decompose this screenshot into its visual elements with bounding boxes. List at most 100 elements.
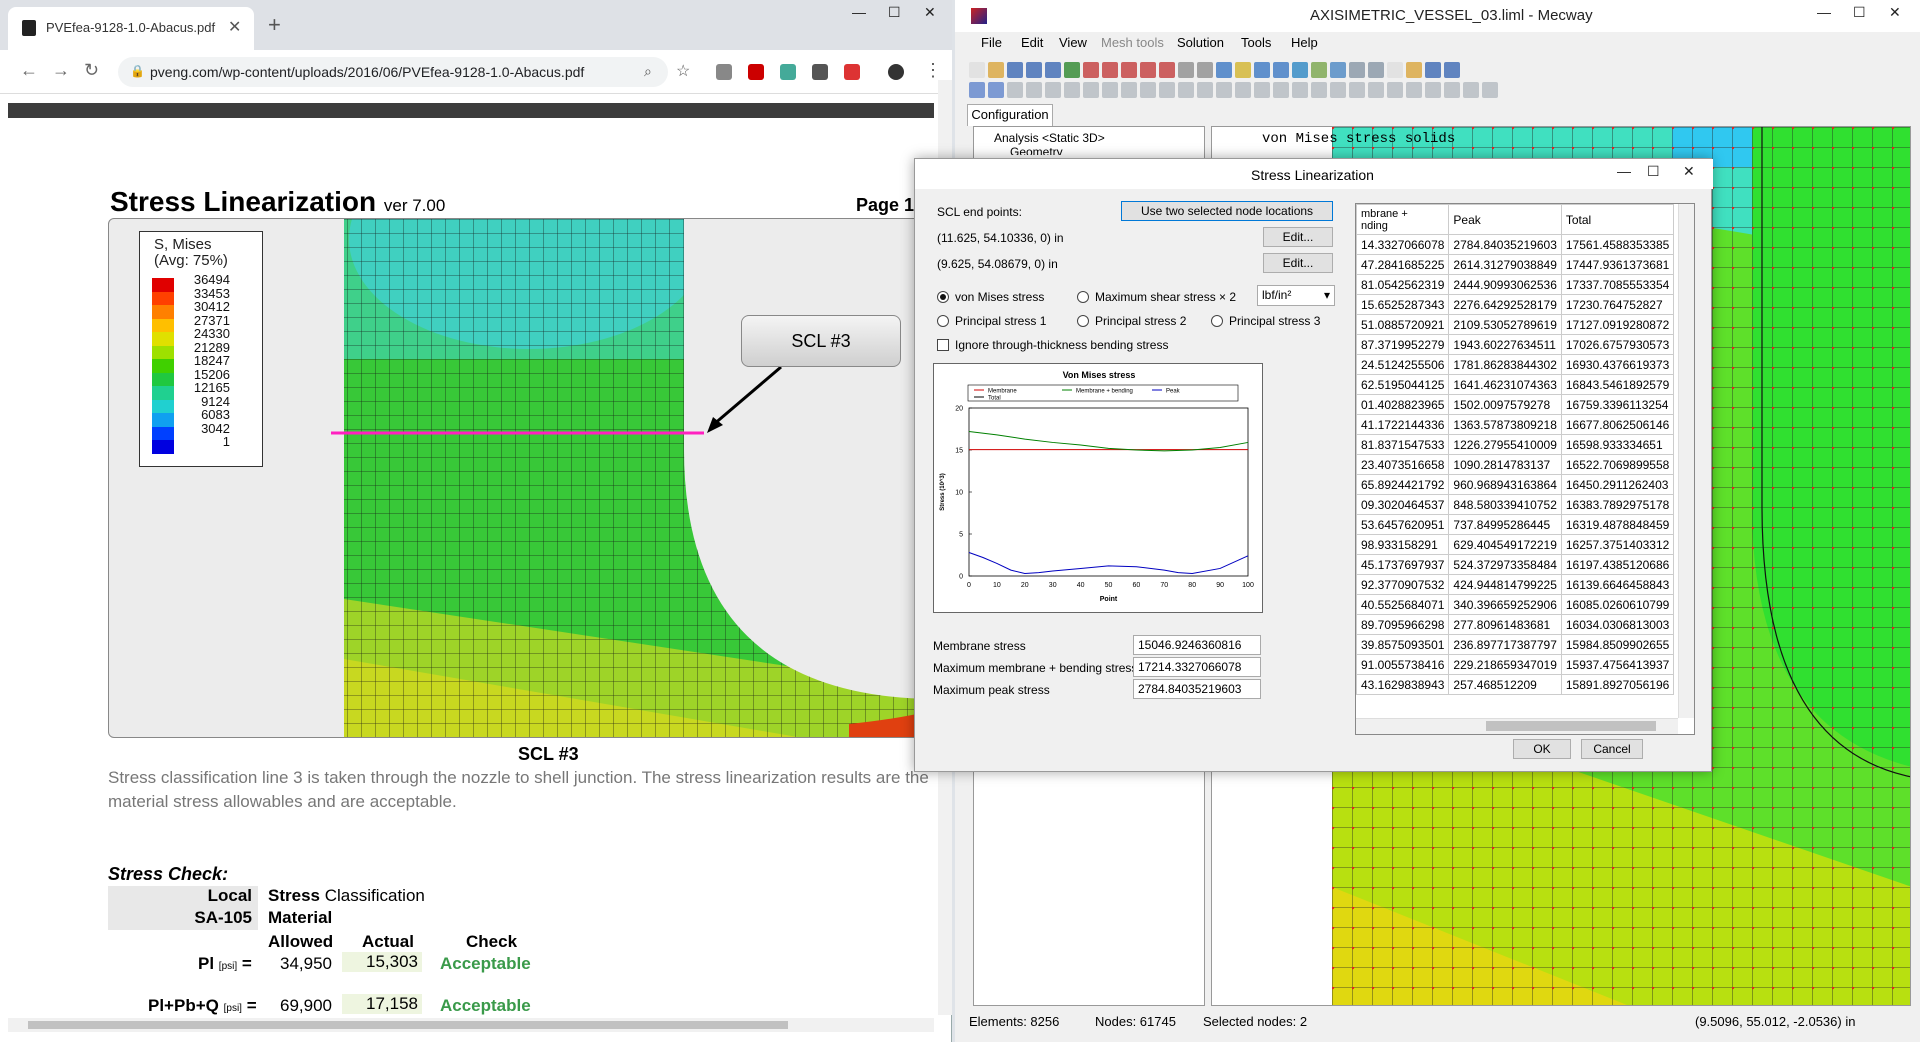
radio-principal-2[interactable] bbox=[1077, 315, 1089, 327]
toolbar-button-icon[interactable] bbox=[988, 82, 1004, 98]
toolbar-button-icon[interactable] bbox=[1349, 82, 1365, 98]
toolbar-button-icon[interactable] bbox=[1235, 62, 1251, 78]
toolbar-button-icon[interactable] bbox=[1140, 62, 1156, 78]
toolbar-button-icon[interactable] bbox=[1425, 62, 1441, 78]
table-cell[interactable]: 629.404549172219 bbox=[1448, 534, 1562, 555]
toolbar-button-icon[interactable] bbox=[1064, 62, 1080, 78]
toolbar-button-icon[interactable] bbox=[1330, 62, 1346, 78]
menu-view[interactable]: View bbox=[1059, 35, 1087, 50]
toolbar-button-icon[interactable] bbox=[1406, 82, 1422, 98]
peak-value[interactable]: 2784.84035219603 bbox=[1133, 679, 1261, 699]
reload-icon[interactable]: ↻ bbox=[84, 60, 99, 81]
toolbar-button-icon[interactable] bbox=[1444, 82, 1460, 98]
toolbar-button-icon[interactable] bbox=[1159, 82, 1175, 98]
tree-item-analysis[interactable]: Analysis <Static 3D> bbox=[994, 131, 1105, 145]
table-cell[interactable]: 16139.6646458843 bbox=[1560, 574, 1675, 595]
table-cell[interactable]: 81.8371547533 bbox=[1356, 434, 1450, 455]
gmail-icon[interactable] bbox=[844, 64, 860, 80]
table-cell[interactable]: 1502.0097579278 bbox=[1448, 394, 1562, 415]
radio-principal-1[interactable] bbox=[937, 315, 949, 327]
table-row[interactable]: 45.1737697937 524.372973358484 16197.43851… bbox=[1356, 554, 1675, 575]
table-cell[interactable]: 65.8924421792 bbox=[1356, 474, 1450, 495]
menu-edit[interactable]: Edit bbox=[1021, 35, 1043, 50]
extension-icon[interactable] bbox=[780, 64, 796, 80]
table-row[interactable]: 01.4028823965 1502.0097579278 16759.339611… bbox=[1356, 394, 1675, 415]
toolbar-button-icon[interactable] bbox=[1254, 62, 1270, 78]
use-nodes-button[interactable]: Use two selected node locations bbox=[1121, 201, 1333, 221]
toolbar-button-icon[interactable] bbox=[1045, 82, 1061, 98]
toolbar-button-icon[interactable] bbox=[1007, 82, 1023, 98]
table-cell[interactable]: 16598.933334651 bbox=[1560, 434, 1675, 455]
table-cell[interactable]: 16759.3396113254 bbox=[1560, 394, 1675, 415]
minimize-icon[interactable]: — bbox=[1817, 4, 1831, 20]
table-cell[interactable]: 1943.60227634511 bbox=[1448, 334, 1562, 355]
toolbar-button-icon[interactable] bbox=[1349, 62, 1365, 78]
toolbar-button-icon[interactable] bbox=[1026, 82, 1042, 98]
table-cell[interactable]: 17127.0919280872 bbox=[1560, 314, 1675, 335]
table-cell[interactable]: 24.5124255506 bbox=[1356, 354, 1450, 375]
toolbar-button-icon[interactable] bbox=[1083, 62, 1099, 78]
unit-select[interactable]: lbf/in² ▾ bbox=[1257, 285, 1335, 306]
table-cell[interactable]: 16677.8062506146 bbox=[1560, 414, 1675, 435]
bookmark-star-icon[interactable]: ☆ bbox=[676, 61, 690, 81]
table-row[interactable]: 41.1722144336 1363.57873809218 16677.80625… bbox=[1356, 414, 1675, 435]
table-row[interactable]: 51.0885720921 2109.53052789619 17127.09192… bbox=[1356, 314, 1675, 335]
table-cell[interactable]: 15.6525287343 bbox=[1356, 294, 1450, 315]
table-cell[interactable]: 09.3020464537 bbox=[1356, 494, 1450, 515]
cancel-button[interactable]: Cancel bbox=[1581, 739, 1643, 759]
tab-configuration[interactable]: Configuration bbox=[967, 104, 1053, 126]
membrane-value[interactable]: 15046.9246360816 bbox=[1133, 635, 1261, 655]
extension-icon[interactable] bbox=[716, 64, 732, 80]
radio-von-mises[interactable] bbox=[937, 291, 949, 303]
table-vertical-scrollbar[interactable] bbox=[1678, 204, 1694, 718]
radio-principal-3[interactable] bbox=[1211, 315, 1223, 327]
radio-max-shear[interactable] bbox=[1077, 291, 1089, 303]
table-cell[interactable]: 2276.64292528179 bbox=[1448, 294, 1562, 315]
table-cell[interactable]: 257.468512209 bbox=[1448, 674, 1562, 695]
table-cell[interactable]: 1090.2814783137 bbox=[1448, 454, 1562, 475]
table-cell[interactable]: 229.218659347019 bbox=[1448, 654, 1562, 675]
toolbar-button-icon[interactable] bbox=[1064, 82, 1080, 98]
toolbar-button-icon[interactable] bbox=[1463, 82, 1479, 98]
table-cell[interactable]: 40.5525684071 bbox=[1356, 594, 1450, 615]
table-cell[interactable]: 2784.84035219603 bbox=[1448, 234, 1562, 255]
table-cell[interactable]: 16034.0306813003 bbox=[1560, 614, 1675, 635]
table-cell[interactable]: 01.4028823965 bbox=[1356, 394, 1450, 415]
table-cell[interactable]: 39.8575093501 bbox=[1356, 634, 1450, 655]
close-window-icon[interactable]: ✕ bbox=[1889, 4, 1901, 21]
table-cell[interactable]: 960.968943163864 bbox=[1448, 474, 1562, 495]
toolbar-button-icon[interactable] bbox=[1368, 82, 1384, 98]
table-cell[interactable]: 15891.8927056196 bbox=[1560, 674, 1675, 695]
toolbar-button-icon[interactable] bbox=[1216, 62, 1232, 78]
table-cell[interactable]: 51.0885720921 bbox=[1356, 314, 1450, 335]
table-cell[interactable]: 91.0055738416 bbox=[1356, 654, 1450, 675]
toolbar-button-icon[interactable] bbox=[1254, 82, 1270, 98]
toolbar-button-icon[interactable] bbox=[1406, 62, 1422, 78]
tree-item-geometry[interactable]: Geometry bbox=[1010, 145, 1063, 155]
menu-tools[interactable]: Tools bbox=[1241, 35, 1271, 50]
zoom-icon[interactable]: ⌕ bbox=[644, 63, 652, 80]
table-row[interactable]: 24.5124255506 1781.86283844302 16930.43766… bbox=[1356, 354, 1675, 375]
toolbar-button-icon[interactable] bbox=[1083, 82, 1099, 98]
avatar[interactable] bbox=[888, 64, 904, 80]
kebab-menu-icon[interactable]: ⋮ bbox=[924, 60, 942, 81]
close-window-icon[interactable]: ✕ bbox=[924, 4, 936, 21]
table-row[interactable]: 62.5195044125 1641.46231074363 16843.54618… bbox=[1356, 374, 1675, 395]
table-row[interactable]: 87.3719952279 1943.60227634511 17026.67579… bbox=[1356, 334, 1675, 355]
back-icon[interactable]: ← bbox=[20, 60, 38, 81]
toolbar-button-icon[interactable] bbox=[1178, 62, 1194, 78]
toolbar-button-icon[interactable] bbox=[1387, 62, 1403, 78]
table-row[interactable]: 91.0055738416 229.218659347019 15937.47564… bbox=[1356, 654, 1675, 675]
table-cell[interactable]: 14.3327066078 bbox=[1356, 234, 1450, 255]
ublock-icon[interactable] bbox=[748, 64, 764, 80]
edit-point-2-button[interactable]: Edit... bbox=[1263, 253, 1333, 273]
table-cell[interactable]: 15984.8509902655 bbox=[1560, 634, 1675, 655]
toolbar-button-icon[interactable] bbox=[1197, 82, 1213, 98]
table-row[interactable]: 43.1629838943 257.468512209 15891.89270561… bbox=[1356, 674, 1675, 695]
url-field[interactable]: 🔒 pveng.com/wp-content/uploads/2016/06/P… bbox=[118, 57, 668, 87]
table-cell[interactable]: 41.1722144336 bbox=[1356, 414, 1450, 435]
menu-mesh-tools[interactable]: Mesh tools bbox=[1101, 35, 1164, 50]
table-cell[interactable]: 17337.7085553354 bbox=[1560, 274, 1675, 295]
toolbar-button-icon[interactable] bbox=[1292, 62, 1308, 78]
table-row[interactable]: 15.6525287343 2276.64292528179 17230.76475… bbox=[1356, 294, 1675, 315]
